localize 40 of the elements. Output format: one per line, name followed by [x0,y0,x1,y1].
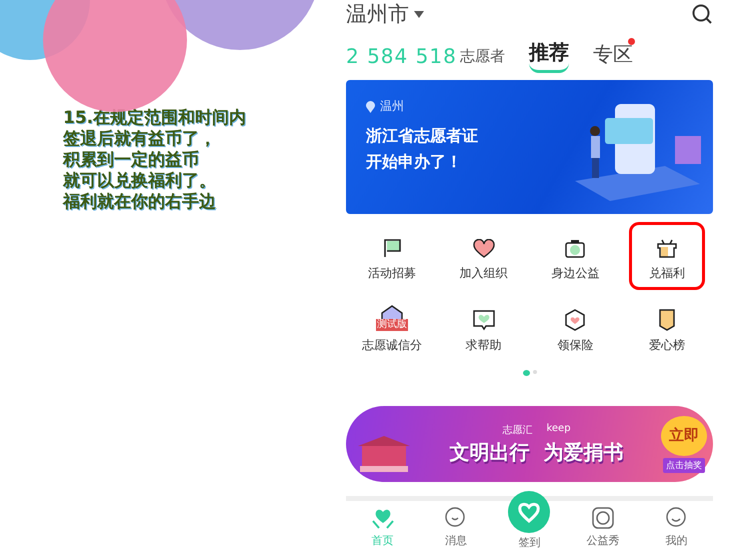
feature-shortcut[interactable]: 测试版 志愿诚信分 [354,294,430,362]
camera-icon [564,239,586,259]
location-pin-icon [366,100,375,112]
tab[interactable]: 推荐 [528,39,569,73]
nav-tab[interactable]: 消息 [426,505,486,550]
promo-banner[interactable]: 志愿汇 keep 文明出行 为爱捐书 立即 点击抽奖 [346,406,713,482]
city-selector[interactable]: 温州市 [346,1,409,27]
banner[interactable]: 温州 浙江省志愿者证 开始申办了！ [346,80,713,214]
brand-label: 志愿汇 [502,424,532,436]
promo-title: 文明出行 为爱捐书 [450,438,624,466]
feature-shortcut[interactable]: 求帮助 [446,294,522,362]
gift-icon [656,239,678,259]
ribbon-icon [657,309,678,331]
signup-button[interactable]: 立即 [661,416,707,456]
speech-bubble-icon [472,309,496,331]
page-indicator [522,370,536,376]
nav-tab[interactable]: 签到 [499,491,560,550]
feature-shortcut[interactable]: 身边公益 [538,222,614,290]
feature-shortcut[interactable]: 兑福利 [629,222,705,290]
shield-icon [564,309,586,331]
feature-shortcut[interactable]: 活动招募 [354,222,430,290]
tab[interactable]: 专区 [592,40,633,72]
feature-shortcut[interactable]: 领保险 [538,294,614,362]
heart-icon [472,239,495,259]
version-badge: 测试版 [376,319,408,331]
counter-label: 志愿者 [460,46,505,66]
lottery-sticker[interactable]: 点击抽奖 [663,458,705,472]
volunteer-counter: 2 584 518 [346,44,457,68]
search-icon[interactable] [691,3,713,25]
feature-shortcut[interactable]: 爱心榜 [629,294,705,362]
caret-icon[interactable] [414,10,424,18]
heart-hand-icon [508,491,550,533]
nav-tab[interactable]: 公益秀 [572,505,633,550]
feature-shortcut[interactable]: 加入组织 [446,222,522,290]
brand-label: keep [546,422,571,436]
nav-tab[interactable]: 我的 [646,505,706,550]
camera-icon [590,505,616,531]
slide-caption: 15.在规定范围和时间内 签退后就有益币了， 积累到一定的益币 就可以兑换福利了。 福利就在你的右手边 [63,108,246,213]
location-label: 温州 [380,98,404,115]
banner-title: 浙江省志愿者证 开始申办了！ [366,125,478,173]
